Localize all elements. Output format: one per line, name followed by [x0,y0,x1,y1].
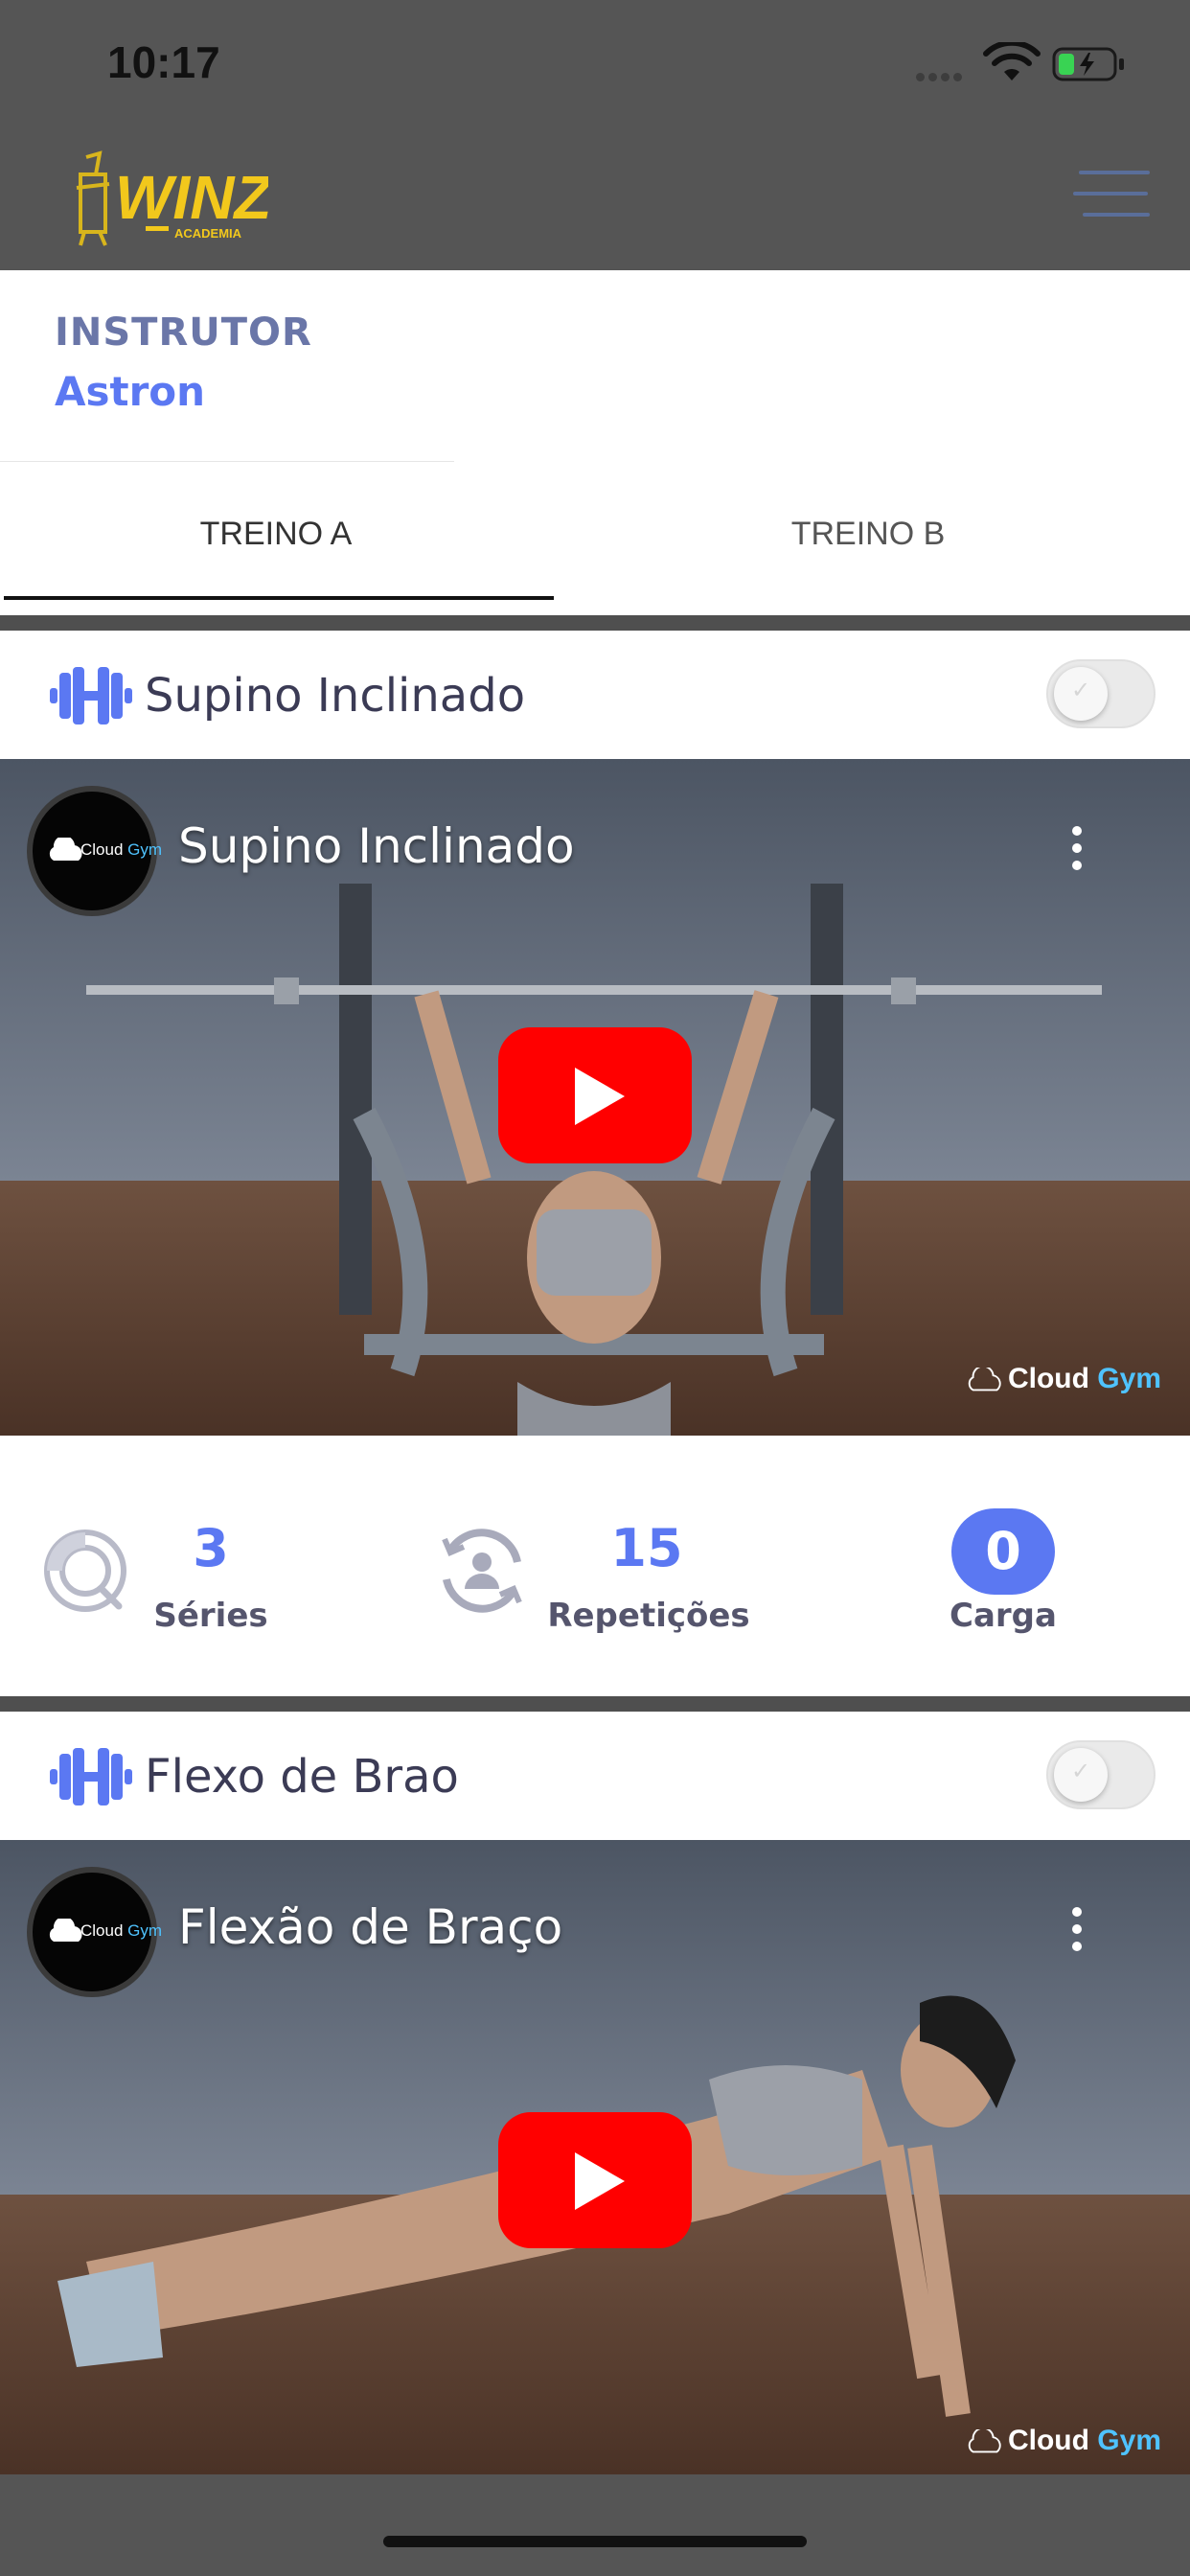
series-label: Séries [153,1597,268,1635]
status-bar: 10:17 [0,0,1190,130]
workout-tabs: TREINO A TREINO B [0,462,1190,615]
exercise-title: Supino Inclinado [145,669,526,723]
video-title: Flexão de Braço [178,1899,563,1955]
svg-text:WINZ: WINZ [115,163,268,232]
cellular-signal-icon [916,67,966,85]
carga-label: Carga [950,1597,1057,1635]
toggle-knob [1054,1748,1108,1802]
video-player[interactable]: Cloud Gym Supino Inclinado Cloud Gym [0,759,1190,1436]
wifi-icon [983,42,1041,80]
exercise-stats: 3 Séries 15 Repetições 0 Carga [0,1436,1190,1696]
channel-avatar[interactable]: Cloud Gym [27,1867,162,1997]
tab-treino-b[interactable]: TREINO B [575,516,1161,553]
bottom-bar [0,2474,1190,2576]
exercise-done-toggle[interactable] [1046,1740,1156,1809]
status-time: 10:17 [107,37,220,87]
dumbbell-icon [50,667,132,724]
carga-value[interactable]: 0 [951,1508,1055,1595]
exercise-header: Supino Inclinado [0,631,1190,759]
instructor-label: INSTRUTOR [55,310,312,355]
youtube-play-button[interactable] [498,1027,692,1163]
section-separator [0,1696,1190,1712]
channel-name: Cloud Gym [80,1921,163,1940]
exercise-done-toggle[interactable] [1046,659,1156,728]
more-options-icon[interactable] [1065,826,1088,884]
tab-treino-a[interactable]: TREINO A [0,516,552,553]
cloud-icon [968,2426,1001,2453]
instructor-section: INSTRUTOR Astron [0,270,1190,463]
home-indicator[interactable] [383,2536,807,2547]
video-title: Supino Inclinado [178,818,575,874]
dumbbell-icon [50,1748,132,1806]
active-tab-indicator [4,596,554,600]
section-separator [0,615,1190,631]
exercise-header: Flexo de Brao [0,1712,1190,1840]
winz-logo: WINZ ACADEMIA [76,150,268,246]
instructor-name[interactable]: Astron [55,368,205,415]
channel-name: Cloud Gym [80,840,163,859]
video-player[interactable]: Cloud Gym Flexão de Braço Cloud Gym [0,1840,1190,2474]
toggle-knob [1054,667,1108,721]
cloud-gym-watermark: Cloud Gym [966,1363,1161,1395]
app-header: WINZ ACADEMIA [0,130,1190,270]
cloud-icon [968,1365,1001,1392]
repetitions-value: 15 [610,1518,683,1578]
channel-avatar[interactable]: Cloud Gym [27,786,162,916]
menu-button[interactable] [1073,171,1150,228]
svg-text:ACADEMIA: ACADEMIA [174,226,242,241]
more-options-icon[interactable] [1065,1907,1088,1965]
repetitions-icon [442,1529,522,1613]
exercise-title: Flexo de Brao [145,1750,459,1804]
series-value: 3 [193,1518,229,1578]
cloud-gym-watermark: Cloud Gym [966,2425,1161,2457]
series-icon [44,1530,126,1612]
repetitions-label: Repetições [547,1597,750,1635]
battery-icon [1052,47,1124,81]
youtube-play-button[interactable] [498,2112,692,2248]
